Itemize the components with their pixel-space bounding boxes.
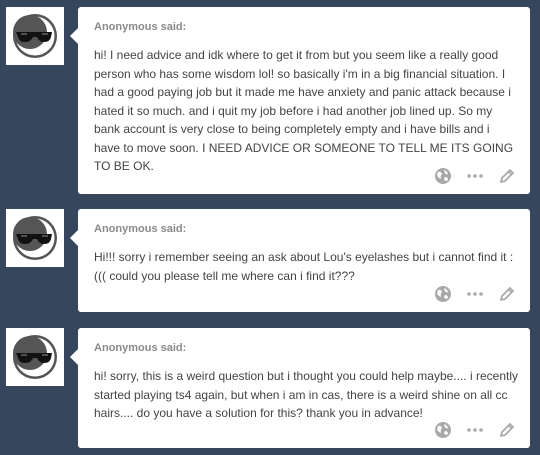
anonymous-avatar[interactable] bbox=[6, 209, 64, 267]
globe-icon[interactable] bbox=[434, 421, 452, 439]
question-text: Hi!!! sorry i remember seeing an ask abo… bbox=[94, 250, 514, 283]
anonymous-sunglasses-face-icon bbox=[13, 335, 57, 379]
globe-icon[interactable] bbox=[434, 285, 452, 303]
card-pointer bbox=[70, 28, 78, 44]
ask-card: Anonymous said: hi! sorry, this is a wei… bbox=[70, 328, 530, 448]
question-text: hi! I need advice and idk where to get i… bbox=[94, 48, 514, 173]
ellipsis-icon[interactable] bbox=[466, 421, 484, 439]
asker-label[interactable]: Anonymous said: bbox=[94, 21, 186, 33]
anonymous-sunglasses-face-icon bbox=[13, 14, 57, 58]
question-text: hi! sorry, this is a weird question but … bbox=[94, 369, 518, 420]
pencil-icon[interactable] bbox=[498, 167, 516, 185]
pencil-icon[interactable] bbox=[498, 421, 516, 439]
anonymous-sunglasses-face-icon bbox=[13, 216, 57, 260]
post-actions bbox=[434, 284, 516, 304]
pencil-icon[interactable] bbox=[498, 285, 516, 303]
ask-card: Anonymous said: Hi!!! sorry i remember s… bbox=[70, 209, 530, 312]
anonymous-avatar[interactable] bbox=[6, 7, 64, 65]
post-actions bbox=[434, 166, 516, 186]
anonymous-avatar[interactable] bbox=[6, 328, 64, 386]
asker-label[interactable]: Anonymous said: bbox=[94, 223, 186, 235]
card-pointer bbox=[70, 230, 78, 246]
ellipsis-icon[interactable] bbox=[466, 167, 484, 185]
post-actions bbox=[434, 420, 516, 440]
globe-icon[interactable] bbox=[434, 167, 452, 185]
ask-card: Anonymous said: hi! I need advice and id… bbox=[70, 7, 530, 194]
card-pointer bbox=[70, 349, 78, 365]
asker-label[interactable]: Anonymous said: bbox=[94, 342, 186, 354]
ellipsis-icon[interactable] bbox=[466, 285, 484, 303]
